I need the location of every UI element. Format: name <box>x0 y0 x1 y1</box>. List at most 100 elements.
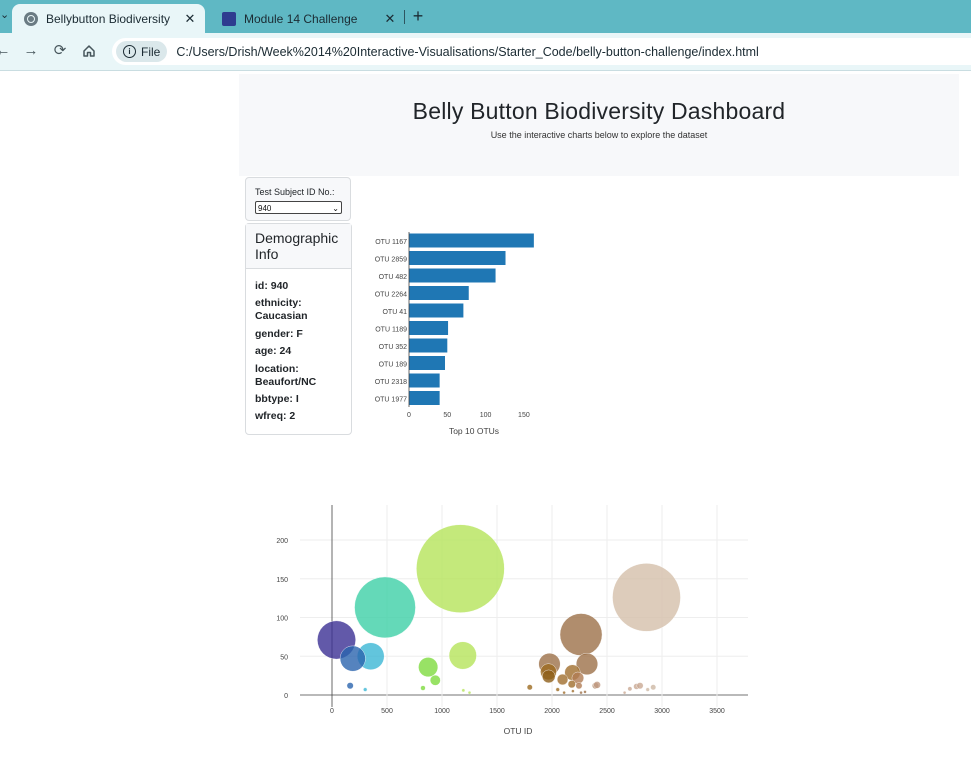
globe-icon <box>24 11 38 26</box>
url-text[interactable]: C:/Users/Drish/Week%2014%20Interactive-V… <box>176 45 758 59</box>
bar-category-label: OTU 482 <box>379 274 408 281</box>
bar-category-label: OTU 1167 <box>375 239 407 246</box>
tab-divider <box>404 10 405 24</box>
bubble-point[interactable] <box>575 682 583 690</box>
bubble-point[interactable] <box>556 673 569 686</box>
bar-x-tick-label: 0 <box>407 412 411 419</box>
bubble-x-tick-label: 500 <box>381 708 393 715</box>
bubble-x-tick-label: 3000 <box>654 708 670 715</box>
bubble-point[interactable] <box>416 524 505 613</box>
bar[interactable] <box>409 391 440 405</box>
bubble-y-tick-label: 200 <box>276 538 288 545</box>
demographic-info-title: Demographic Info <box>246 224 351 269</box>
close-tab-icon[interactable]: ✕ <box>381 11 399 27</box>
file-chip-label: File <box>141 44 161 59</box>
info-icon: i <box>123 45 136 58</box>
bubble-point[interactable] <box>562 690 566 695</box>
bubble-point[interactable] <box>593 681 601 689</box>
new-tab-button[interactable]: + <box>410 6 426 26</box>
site-info-chip[interactable]: i File <box>116 41 168 62</box>
bubble-point[interactable] <box>467 690 472 695</box>
bubble-x-tick-label: 2000 <box>544 708 560 715</box>
bar[interactable] <box>409 338 448 353</box>
subject-selector-label: Test Subject ID No.: <box>255 187 335 197</box>
bubble-point[interactable] <box>612 563 681 632</box>
bar-category-label: OTU 1189 <box>375 326 407 333</box>
bubble-y-tick-label: 150 <box>276 577 288 584</box>
bar-category-label: OTU 2859 <box>375 256 407 263</box>
browser-toolbar: ← → ⟳ i File C:/Users/Drish/Week%2014%20… <box>0 33 971 71</box>
bubble-point[interactable] <box>571 689 575 693</box>
bubble-point[interactable] <box>461 688 466 693</box>
bubble-x-tick-label: 2500 <box>599 708 615 715</box>
browser-tab-bar: ⌄ Bellybutton Biodiversity ✕ Module 14 C… <box>0 0 971 33</box>
bubble-point[interactable] <box>645 687 650 692</box>
tab-strip-menu-icon[interactable]: ⌄ <box>0 8 9 26</box>
bubble-point[interactable] <box>542 669 556 684</box>
bar[interactable] <box>409 303 464 318</box>
demo-gender: gender: F <box>255 328 303 340</box>
bubble-x-tick-label: 0 <box>330 708 334 715</box>
subject-id-dropdown[interactable]: 940 ⌄ <box>255 201 342 214</box>
forward-arrow-icon[interactable]: → <box>22 42 40 60</box>
bubble-point[interactable] <box>650 684 657 691</box>
bubble-x-tick-label: 3500 <box>709 708 725 715</box>
bubble-chart-x-label: OTU ID <box>504 726 533 736</box>
bubble-point[interactable] <box>346 682 354 690</box>
bubble-point[interactable] <box>559 613 603 656</box>
back-arrow-icon[interactable]: ← <box>0 42 12 60</box>
bar-category-label: OTU 1977 <box>375 396 407 403</box>
bubble-y-tick-label: 100 <box>276 616 288 623</box>
bubble-point[interactable] <box>429 674 441 686</box>
bar-category-label: OTU 352 <box>379 344 408 351</box>
bar-category-label: OTU 189 <box>379 361 408 368</box>
bubble-point[interactable] <box>567 680 576 689</box>
bubble-point[interactable] <box>555 687 560 692</box>
bar[interactable] <box>409 321 449 335</box>
bubble-point[interactable] <box>354 576 416 639</box>
bubble-point[interactable] <box>622 690 627 695</box>
close-tab-icon[interactable]: ✕ <box>181 11 199 27</box>
bar[interactable] <box>409 268 496 283</box>
demo-wfreq: wfreq: 2 <box>255 410 296 422</box>
bubble-point[interactable] <box>363 687 368 692</box>
bar-chart-title: Top 10 OTUs <box>449 426 499 436</box>
bubble-point[interactable] <box>636 682 644 690</box>
top10-otu-bar-chart: OTU 1167 OTU 2859 OTU 482 OTU 2264 OTU 41 OTU… <box>375 232 534 436</box>
bubble-y-tick-label: 50 <box>280 654 288 661</box>
bar[interactable] <box>409 356 446 370</box>
reload-icon[interactable]: ⟳ <box>51 42 69 60</box>
bar-x-tick-label: 100 <box>480 412 492 419</box>
bubble-point[interactable] <box>583 690 587 694</box>
tab-module-14[interactable]: Module 14 Challenge ✕ <box>210 4 405 33</box>
bar-category-label: OTU 2318 <box>375 379 407 386</box>
bubble-y-tick-label: 0 <box>284 693 288 700</box>
chevron-down-icon: ⌄ <box>332 204 339 213</box>
bar[interactable] <box>409 233 534 248</box>
bubble-point[interactable] <box>627 686 633 692</box>
bar-category-label: OTU 2264 <box>375 291 407 298</box>
bubble-point[interactable] <box>579 690 583 695</box>
bar[interactable] <box>409 286 469 300</box>
bar[interactable] <box>409 251 506 265</box>
bubble-point[interactable] <box>448 641 477 670</box>
demo-ethnicity: ethnicity: Caucasian <box>255 297 308 322</box>
otu-bubble-chart: 0501001502000 500 1000 1500 2000 2500 3000 3500… <box>276 505 748 736</box>
page-title: Belly Button Biodiversity Dashboard <box>412 98 786 124</box>
address-bar[interactable]: i File C:/Users/Drish/Week%2014%20Intera… <box>112 38 971 65</box>
tab-bellybutton[interactable]: Bellybutton Biodiversity ✕ <box>12 4 205 33</box>
bar-x-tick-label: 150 <box>518 412 530 419</box>
bar-x-tick-label: 50 <box>443 412 451 419</box>
home-icon[interactable] <box>80 42 98 60</box>
tab-label: Bellybutton Biodiversity <box>46 11 171 26</box>
bubble-point[interactable] <box>418 657 439 678</box>
demo-bbtype: bbtype: I <box>255 393 299 405</box>
subject-id-value: 940 <box>258 204 272 213</box>
demo-id: id: 940 <box>255 280 289 292</box>
bubble-point[interactable] <box>420 685 426 691</box>
bubble-point[interactable] <box>339 645 366 672</box>
demo-age: age: 24 <box>255 345 292 357</box>
bar[interactable] <box>409 373 440 388</box>
bubble-point[interactable] <box>526 684 533 691</box>
page-header: Belly Button Biodiversity Dashboard Use … <box>239 74 959 176</box>
